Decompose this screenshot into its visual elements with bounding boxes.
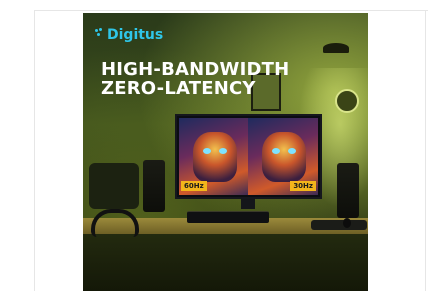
product-viewer: Digitus HIGH-BANDWIDTH ZERO-LATENCY 60Hz… <box>0 0 428 291</box>
mouse <box>343 218 351 228</box>
monitor-stand <box>241 199 255 209</box>
ceiling-lamp <box>323 43 349 53</box>
viewer-border-left <box>34 10 35 291</box>
speaker-right <box>337 163 359 218</box>
speaker-left <box>143 160 165 212</box>
headline-line-2: ZERO-LATENCY <box>101 78 256 99</box>
headline: HIGH-BANDWIDTH ZERO-LATENCY <box>101 60 351 98</box>
viewer-border-top <box>34 10 428 11</box>
product-image[interactable]: Digitus HIGH-BANDWIDTH ZERO-LATENCY 60Hz… <box>83 13 368 291</box>
desk-front <box>83 234 368 291</box>
viewer-border-right <box>425 10 426 291</box>
headphones-icon <box>91 209 139 237</box>
keyboard <box>187 211 269 223</box>
refresh-rate-badge-60hz: 60Hz <box>181 181 207 191</box>
headline-line-1: HIGH-BANDWIDTH <box>101 59 290 80</box>
mousepad <box>311 220 367 230</box>
robot-artwork <box>262 132 306 182</box>
chair <box>89 163 139 209</box>
robot-artwork <box>193 132 237 182</box>
brand-logo: Digitus <box>95 27 163 43</box>
logo-dots-icon <box>95 28 105 42</box>
refresh-rate-badge-30hz: 30Hz <box>290 181 316 191</box>
monitor: 60Hz 30Hz <box>175 114 322 199</box>
brand-name: Digitus <box>107 27 164 43</box>
